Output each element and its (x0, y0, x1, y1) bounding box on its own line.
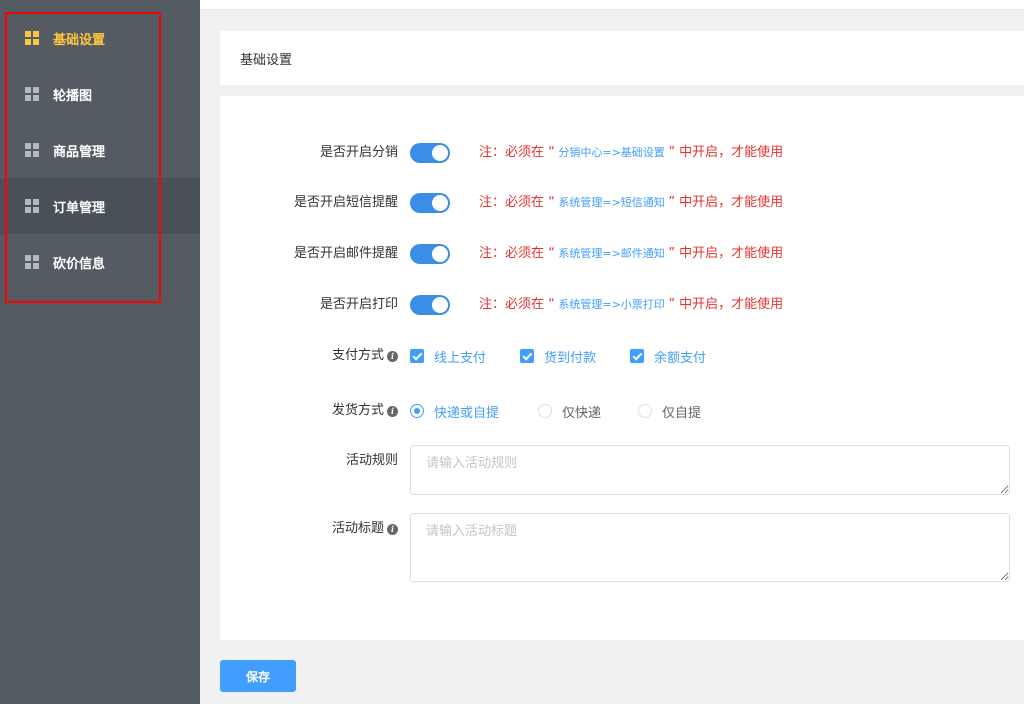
checkbox-checked-icon (410, 349, 424, 363)
activity-title-input[interactable] (410, 513, 1010, 582)
field-label: 是否开启分销 (319, 145, 398, 160)
grid-icon (25, 31, 39, 45)
field-label: 活动规则 (345, 453, 398, 468)
field-label: 发货方式 i (332, 396, 398, 426)
sidebar: 基础设置 轮播图 商品管理 订单管理 砍价信息 (0, 0, 200, 704)
sidebar-item-label: 商品管理 (53, 144, 106, 160)
sms-toggle[interactable] (410, 193, 450, 213)
form-row-distribution: 是否开启分销 注：必须在 “ 分销中心=>基础设置 ” 中开启，才能使用 (220, 138, 1024, 168)
field-note: 注：必须在 “ 分销中心=>基础设置 ” 中开启，才能使用 (479, 145, 784, 160)
page-title: 基础设置 (240, 52, 293, 68)
field-label: 活动标题 i (332, 514, 398, 544)
info-icon[interactable]: i (387, 350, 398, 362)
info-icon[interactable]: i (387, 405, 398, 417)
radio-selected-icon (410, 404, 424, 418)
form-row-print: 是否开启打印 注：必须在 “ 系统管理=>小票打印 ” 中开启，才能使用 (220, 290, 1024, 320)
sidebar-item-label: 订单管理 (53, 200, 106, 216)
delivery-pickup-only-radio[interactable]: 仅自提 (638, 403, 701, 421)
delivery-express-only-radio[interactable]: 仅快递 (538, 403, 601, 421)
email-toggle[interactable] (410, 244, 450, 264)
payment-online-checkbox[interactable]: 线上支付 (410, 348, 486, 366)
radio-unselected-icon (538, 404, 552, 418)
field-note: 注：必须在 “ 系统管理=>邮件通知 ” 中开启，才能使用 (479, 246, 784, 261)
print-toggle[interactable] (410, 295, 450, 315)
field-label: 是否开启邮件提醒 (293, 246, 398, 261)
sidebar-item-label: 轮播图 (53, 88, 93, 104)
field-note: 注：必须在 “ 系统管理=>短信通知 ” 中开启，才能使用 (479, 195, 784, 210)
activity-rule-input[interactable] (410, 445, 1010, 495)
grid-icon (25, 199, 39, 213)
field-label: 是否开启打印 (319, 297, 398, 312)
save-button[interactable]: 保存 (220, 660, 296, 692)
checkbox-checked-icon (630, 349, 644, 363)
form-row-payment: 支付方式 i 线上支付 货到付款 余额支付 (220, 341, 1024, 371)
top-bar (200, 0, 1024, 10)
sidebar-item-orders[interactable]: 订单管理 (0, 178, 200, 234)
field-label: 是否开启短信提醒 (293, 195, 398, 210)
sidebar-item-label: 基础设置 (53, 32, 106, 48)
form-row-delivery: 发货方式 i 快递或自提 仅快递 仅自提 (220, 396, 1024, 426)
checkbox-checked-icon (520, 349, 534, 363)
grid-icon (25, 255, 39, 269)
sidebar-item-basic-settings[interactable]: 基础设置 (0, 10, 200, 66)
distribution-toggle[interactable] (410, 143, 450, 163)
settings-form: 是否开启分销 注：必须在 “ 分销中心=>基础设置 ” 中开启，才能使用 是否开… (220, 96, 1024, 640)
info-icon[interactable]: i (387, 523, 398, 535)
payment-cod-checkbox[interactable]: 货到付款 (520, 348, 596, 366)
payment-balance-checkbox[interactable]: 余额支付 (630, 348, 706, 366)
sidebar-item-carousel[interactable]: 轮播图 (0, 66, 200, 122)
grid-icon (25, 143, 39, 157)
form-row-sms: 是否开启短信提醒 注：必须在 “ 系统管理=>短信通知 ” 中开启，才能使用 (220, 188, 1024, 218)
radio-unselected-icon (638, 404, 652, 418)
field-label: 支付方式 i (332, 341, 398, 371)
grid-icon (25, 87, 39, 101)
field-note: 注：必须在 “ 系统管理=>小票打印 ” 中开启，才能使用 (479, 297, 784, 312)
delivery-express-or-pickup-radio[interactable]: 快递或自提 (410, 403, 499, 421)
sidebar-item-bargain[interactable]: 砍价信息 (0, 234, 200, 290)
page-title-card: 基础设置 (220, 31, 1024, 85)
form-row-email: 是否开启邮件提醒 注：必须在 “ 系统管理=>邮件通知 ” 中开启，才能使用 (220, 239, 1024, 269)
sidebar-item-label: 砍价信息 (53, 256, 106, 272)
sidebar-item-products[interactable]: 商品管理 (0, 122, 200, 178)
